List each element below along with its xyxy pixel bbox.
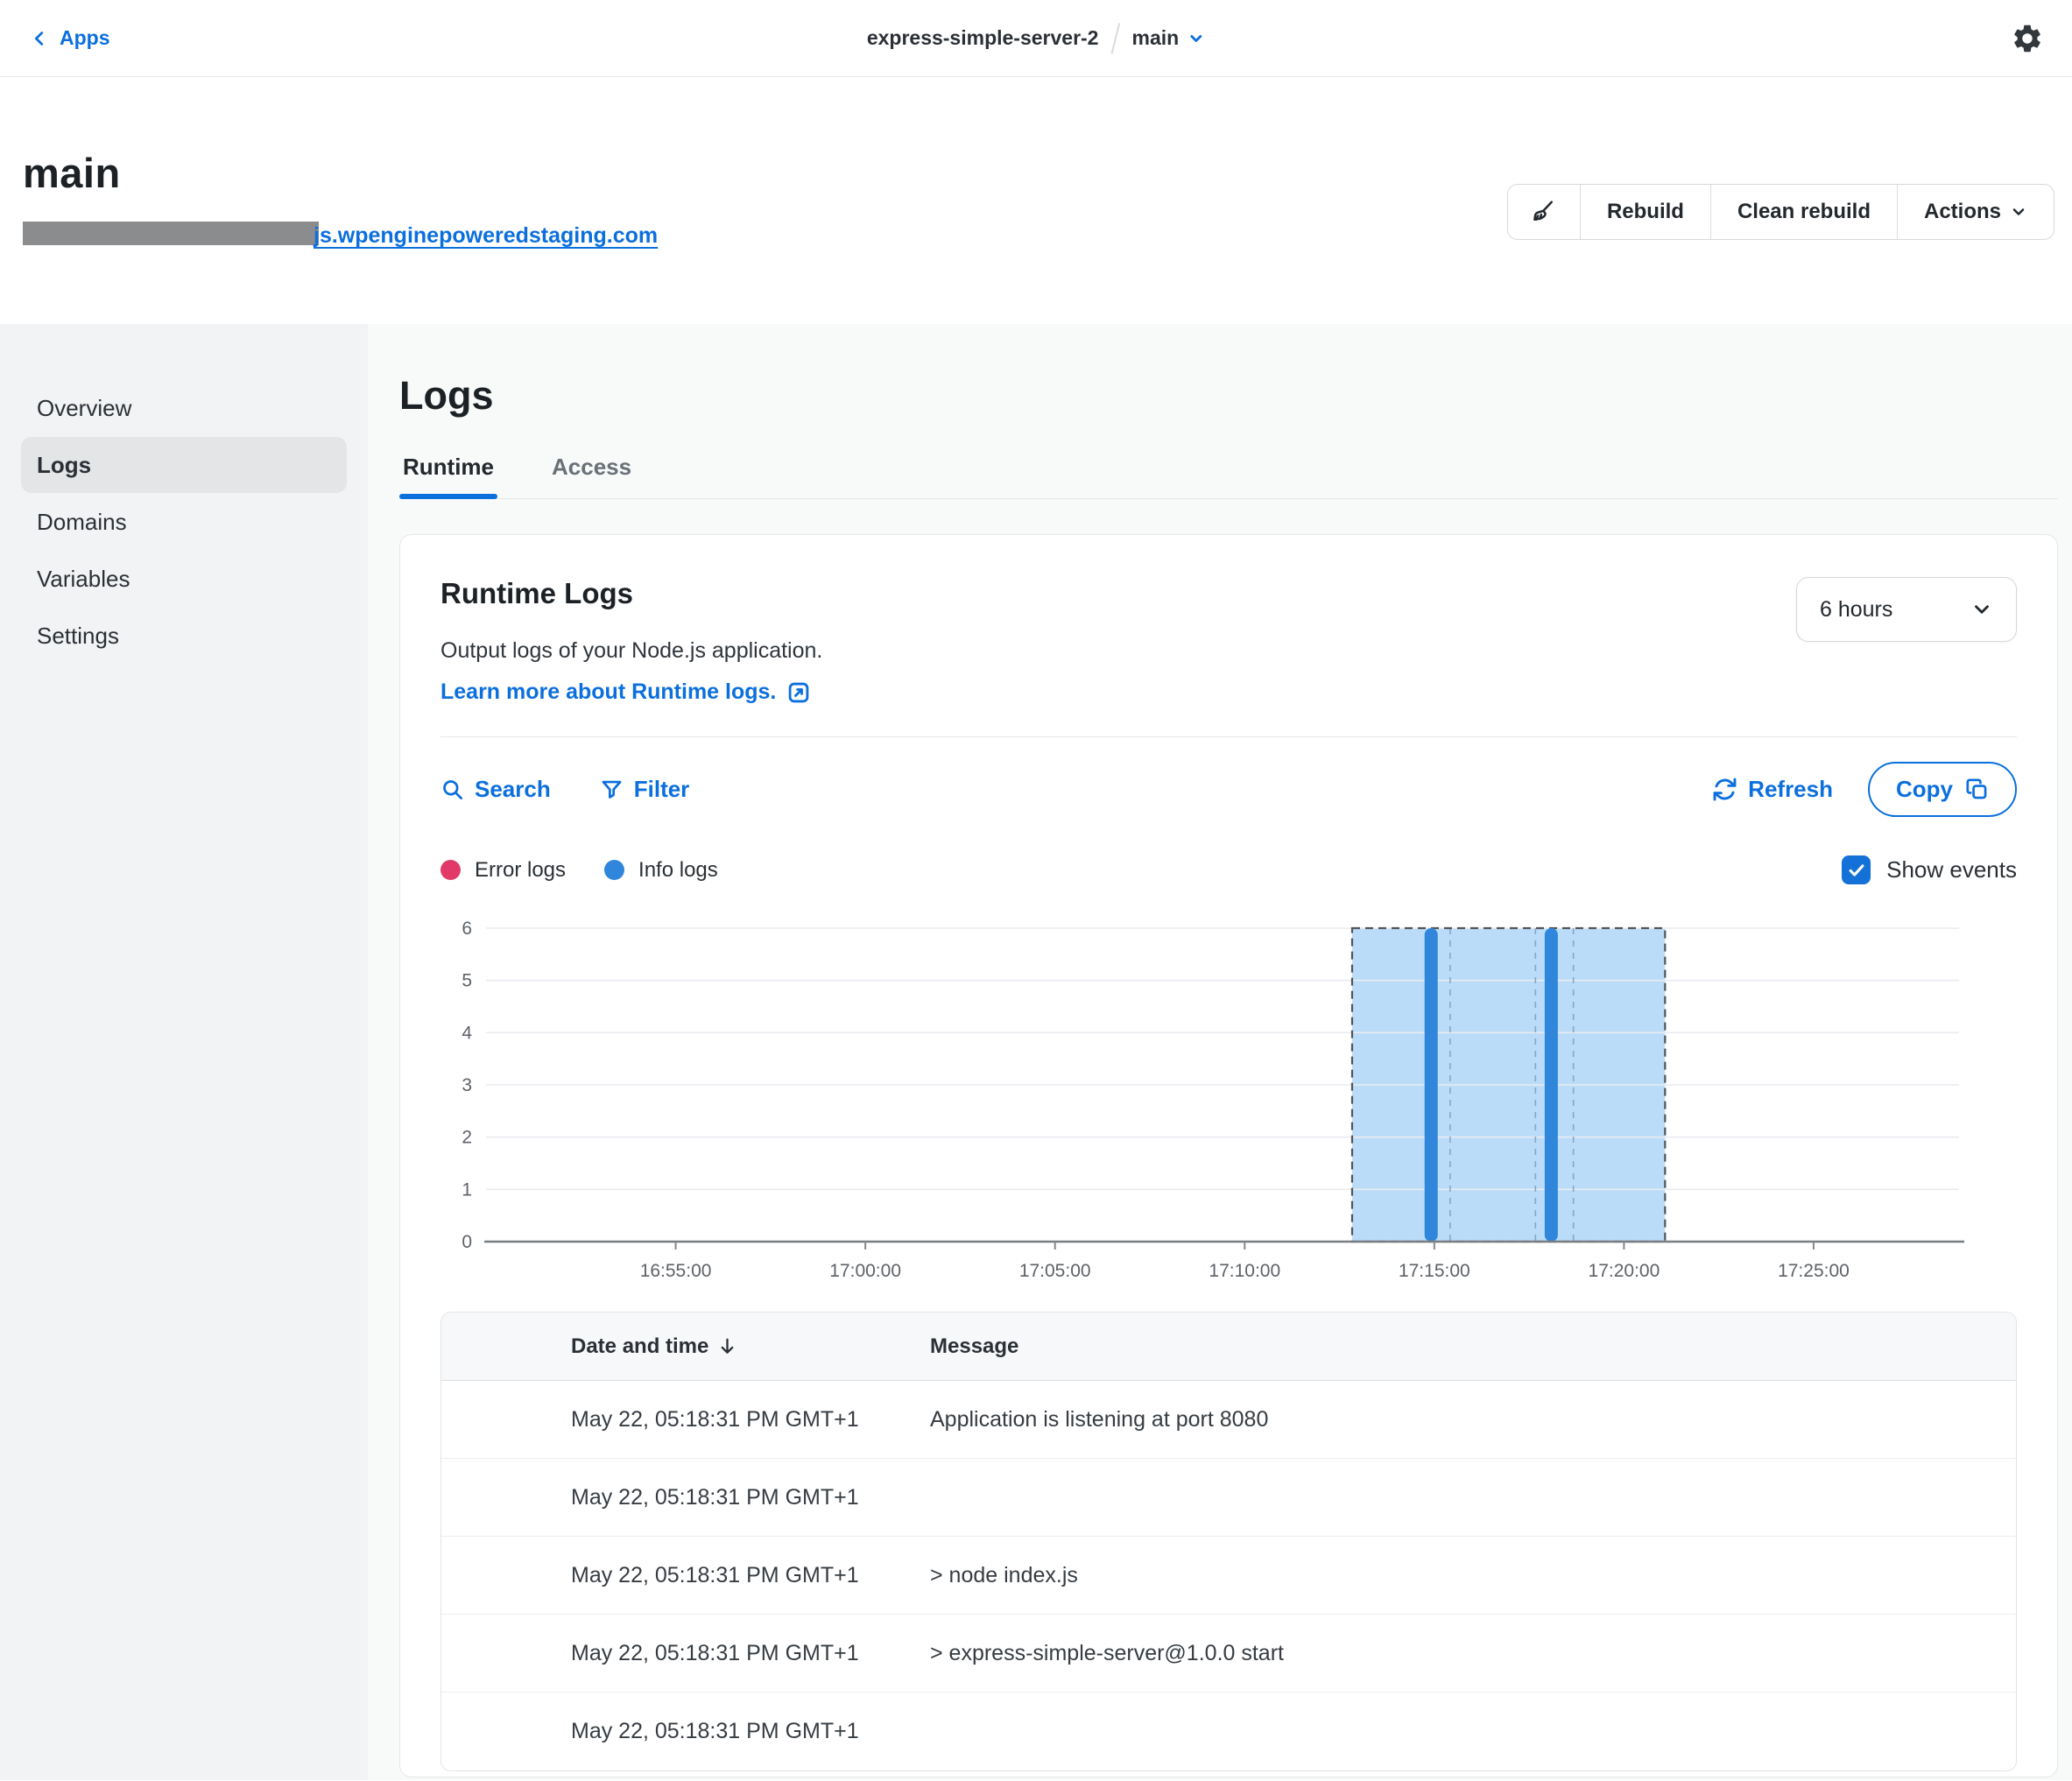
logs-frequency-chart[interactable]: 16:55:00 17:00:00 17:05:00 17:10:00 17:15:00… [440, 911, 1964, 1287]
logs-tabs: Runtime Access [399, 454, 2058, 499]
learn-more-link[interactable]: Learn more about Runtime logs. [440, 679, 822, 705]
logs-page-title: Logs [399, 373, 2058, 419]
log-datetime: May 22, 05:18:31 PM GMT+1 [441, 1641, 930, 1666]
svg-text:17:15:00: 17:15:00 [1399, 1261, 1470, 1281]
tab-access[interactable]: Access [548, 454, 635, 498]
log-datetime: May 22, 05:18:31 PM GMT+1 [441, 1485, 930, 1510]
copy-button[interactable]: Copy [1868, 762, 2017, 817]
breadcrumb-app-name: express-simple-server-2 [867, 26, 1099, 50]
error-logs-dot [440, 860, 461, 880]
error-logs-label: Error logs [475, 858, 566, 883]
gear-icon [2011, 22, 2044, 55]
refresh-icon [1712, 777, 1737, 802]
chevron-down-icon [1188, 30, 1205, 47]
sidebar-item-settings[interactable]: Settings [21, 608, 347, 664]
chevron-left-icon [30, 29, 49, 48]
runtime-logs-table: Date and time Message May 22, 05:18:31 P… [440, 1312, 2017, 1771]
table-row: May 22, 05:18:31 PM GMT+1 [441, 1693, 2016, 1770]
search-label: Search [475, 776, 551, 803]
date-column-header: Date and time [571, 1334, 708, 1359]
sidebar-item-variables[interactable]: Variables [21, 551, 347, 607]
check-icon [1847, 861, 1866, 880]
chevron-down-icon [2010, 203, 2027, 221]
environment-domain-link[interactable]: js.wpenginepoweredstaging.com [23, 223, 658, 248]
log-message: > node index.js [930, 1563, 2016, 1588]
svg-text:17:05:00: 17:05:00 [1019, 1261, 1091, 1281]
controls-divider [440, 736, 2017, 737]
actions-dropdown-button[interactable]: Actions [1897, 185, 2054, 239]
log-datetime: May 22, 05:18:31 PM GMT+1 [441, 1407, 930, 1433]
filter-button[interactable]: Filter [600, 776, 690, 803]
runtime-logs-card: Runtime Logs Output logs of your Node.js… [399, 534, 2058, 1777]
card-title: Runtime Logs [440, 577, 822, 610]
log-message: > express-simple-server@1.0.0 start [930, 1641, 2016, 1666]
sidebar-item-logs[interactable]: Logs [21, 437, 347, 493]
chevron-down-icon [1970, 598, 1993, 621]
time-range-select[interactable]: 6 hours [1796, 577, 2017, 642]
environment-name: main [1131, 26, 1179, 50]
top-bar: Apps express-simple-server-2 main [0, 0, 2072, 77]
sort-down-icon [717, 1336, 737, 1356]
legend-info-logs: Info logs [604, 858, 718, 883]
external-link-icon [786, 680, 811, 705]
svg-text:1: 1 [462, 1179, 472, 1200]
rebuild-button[interactable]: Rebuild [1580, 185, 1710, 239]
sidebar-item-overview[interactable]: Overview [21, 380, 347, 436]
search-icon [440, 778, 464, 801]
show-events-checkbox[interactable] [1842, 855, 1871, 884]
svg-text:0: 0 [462, 1232, 472, 1252]
svg-text:17:00:00: 17:00:00 [829, 1261, 901, 1281]
show-events-label: Show events [1886, 856, 2017, 883]
svg-text:17:10:00: 17:10:00 [1209, 1261, 1280, 1281]
table-header-row: Date and time Message [441, 1313, 2016, 1381]
environment-sidebar: Overview Logs Domains Variables Settings [0, 324, 368, 1780]
breadcrumb-separator [1110, 23, 1120, 53]
broom-icon [1531, 199, 1557, 225]
copy-icon [1965, 778, 1989, 801]
back-label: Apps [60, 26, 110, 50]
clean-rebuild-button[interactable]: Clean rebuild [1710, 185, 1897, 239]
filter-icon [600, 778, 624, 801]
svg-text:4: 4 [462, 1023, 472, 1043]
table-row: May 22, 05:18:31 PM GMT+1 > node index.j… [441, 1537, 2016, 1615]
table-row: May 22, 05:18:31 PM GMT+1 [441, 1459, 2016, 1537]
svg-text:3: 3 [462, 1075, 472, 1095]
info-logs-dot [604, 860, 624, 880]
copy-label: Copy [1896, 776, 1953, 803]
svg-text:6: 6 [462, 919, 472, 939]
sort-by-date-button[interactable]: Date and time [571, 1334, 737, 1359]
environment-actions-group: Rebuild Clean rebuild Actions [1507, 184, 2054, 240]
tab-runtime[interactable]: Runtime [399, 454, 497, 498]
svg-text:5: 5 [462, 971, 472, 991]
svg-text:16:55:00: 16:55:00 [640, 1261, 712, 1281]
learn-more-label: Learn more about Runtime logs. [440, 679, 776, 705]
search-button[interactable]: Search [440, 776, 551, 803]
log-datetime: May 22, 05:18:31 PM GMT+1 [441, 1563, 930, 1588]
table-row: May 22, 05:18:31 PM GMT+1 Application is… [441, 1381, 2016, 1459]
svg-text:17:25:00: 17:25:00 [1778, 1261, 1850, 1281]
time-range-value: 6 hours [1820, 597, 1892, 623]
broom-button[interactable] [1508, 185, 1580, 239]
breadcrumb: express-simple-server-2 main [867, 0, 1205, 76]
domain-visible-text: js.wpenginepoweredstaging.com [314, 223, 658, 248]
environment-dropdown[interactable]: main [1131, 26, 1205, 50]
svg-text:2: 2 [462, 1128, 472, 1148]
sidebar-item-domains[interactable]: Domains [21, 494, 347, 550]
log-message: Application is listening at port 8080 [930, 1407, 2016, 1433]
refresh-label: Refresh [1748, 776, 1833, 803]
info-logs-label: Info logs [638, 858, 718, 883]
log-datetime: May 22, 05:18:31 PM GMT+1 [441, 1719, 930, 1744]
message-column-header: Message [930, 1334, 2016, 1359]
svg-text:17:20:00: 17:20:00 [1589, 1261, 1660, 1281]
table-row: May 22, 05:18:31 PM GMT+1 > express-simp… [441, 1615, 2016, 1693]
refresh-button[interactable]: Refresh [1712, 776, 1833, 803]
environment-header: main js.wpenginepoweredstaging.com Rebui… [0, 77, 2072, 324]
settings-gear-button[interactable] [2011, 22, 2044, 55]
card-description: Output logs of your Node.js application. [440, 638, 822, 664]
redaction-box [23, 222, 319, 245]
legend-error-logs: Error logs [440, 858, 566, 883]
filter-label: Filter [634, 776, 690, 803]
back-to-apps-link[interactable]: Apps [30, 26, 110, 50]
actions-label: Actions [1924, 200, 2001, 224]
